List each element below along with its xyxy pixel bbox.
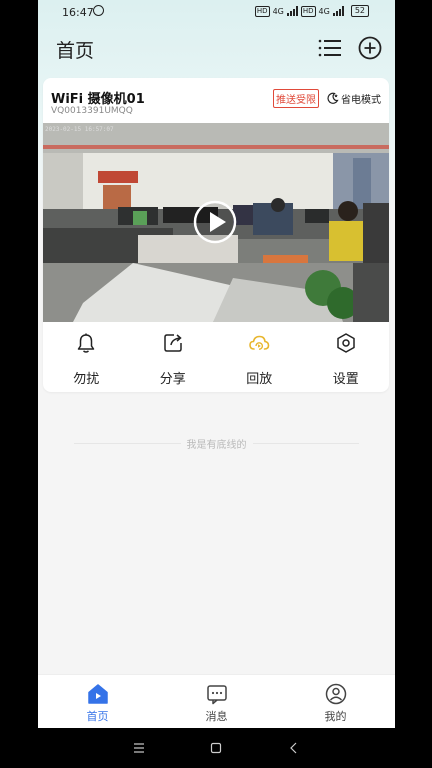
- end-of-list: 我是有底线的: [74, 436, 359, 451]
- app-screen: 16:47 HD 4G HD 4G 52 首页 WiFi 摄像机01 VQ001…: [38, 0, 395, 768]
- message-icon: [206, 685, 227, 705]
- settings-label: 设置: [332, 372, 359, 387]
- home-icon: [87, 684, 108, 704]
- device-actions: 勿扰 分享 回放 设置: [43, 322, 389, 392]
- bottom-tab-bar: 首页 消息 我的: [38, 674, 395, 729]
- network-type: 4G: [272, 6, 284, 16]
- play-icon[interactable]: [193, 200, 237, 244]
- playback-button[interactable]: 回放: [216, 322, 303, 392]
- tab-messages-label: 消息: [205, 710, 228, 723]
- signal-icon: [286, 6, 298, 16]
- signal-icon-2: [332, 6, 344, 16]
- network-type-2: 4G: [318, 6, 330, 16]
- page-header: 首页: [38, 24, 395, 72]
- playback-label: 回放: [246, 372, 273, 387]
- dnd-button[interactable]: 勿扰: [43, 322, 130, 392]
- status-bar: 16:47 HD 4G HD 4G 52: [38, 0, 395, 24]
- list-icon[interactable]: [318, 38, 342, 58]
- tab-profile[interactable]: 我的: [276, 675, 395, 729]
- tab-home-label: 首页: [86, 710, 109, 723]
- add-device-icon[interactable]: [358, 36, 382, 60]
- tab-profile-label: 我的: [324, 710, 347, 723]
- device-name: WiFi 摄像机01: [51, 92, 145, 107]
- home-nav-icon[interactable]: [208, 740, 224, 756]
- device-card[interactable]: WiFi 摄像机01 VQ0013391UMQQ 推送受限 省电模式 2023-…: [43, 78, 389, 392]
- battery-icon: 52: [350, 5, 369, 17]
- push-status-badge[interactable]: 推送受限: [273, 89, 319, 108]
- dnd-label: 勿扰: [73, 372, 100, 387]
- device-id: VQ0013391UMQQ: [51, 106, 133, 116]
- end-of-list-text: 我是有底线的: [180, 436, 253, 451]
- hd-badge-2: HD: [300, 5, 316, 17]
- moon-icon: [327, 92, 339, 104]
- settings-button[interactable]: 设置: [303, 322, 390, 392]
- cloud-playback-icon: [249, 335, 270, 350]
- hd-badge: HD: [254, 5, 270, 17]
- share-button[interactable]: 分享: [130, 322, 217, 392]
- menu-nav-icon[interactable]: [131, 740, 147, 756]
- status-time: 16:47: [62, 6, 94, 19]
- hexagon-settings-icon: [337, 333, 355, 353]
- tab-home[interactable]: 首页: [38, 675, 157, 729]
- system-nav-bar: [38, 728, 395, 768]
- alarm-icon: [93, 5, 104, 16]
- video-preview[interactable]: 2023-02-15 16:57:07: [43, 123, 389, 322]
- back-nav-icon[interactable]: [286, 740, 302, 756]
- share-icon: [164, 334, 182, 352]
- status-right: HD 4G HD 4G 52: [254, 5, 369, 17]
- tab-messages[interactable]: 消息: [157, 675, 276, 729]
- page-title: 首页: [56, 40, 95, 62]
- power-mode-label: 省电模式: [341, 95, 381, 106]
- share-label: 分享: [159, 372, 186, 387]
- bell-icon: [78, 333, 95, 353]
- video-timestamp: 2023-02-15 16:57:07: [45, 126, 114, 133]
- power-mode[interactable]: 省电模式: [326, 91, 381, 106]
- profile-icon: [325, 683, 346, 705]
